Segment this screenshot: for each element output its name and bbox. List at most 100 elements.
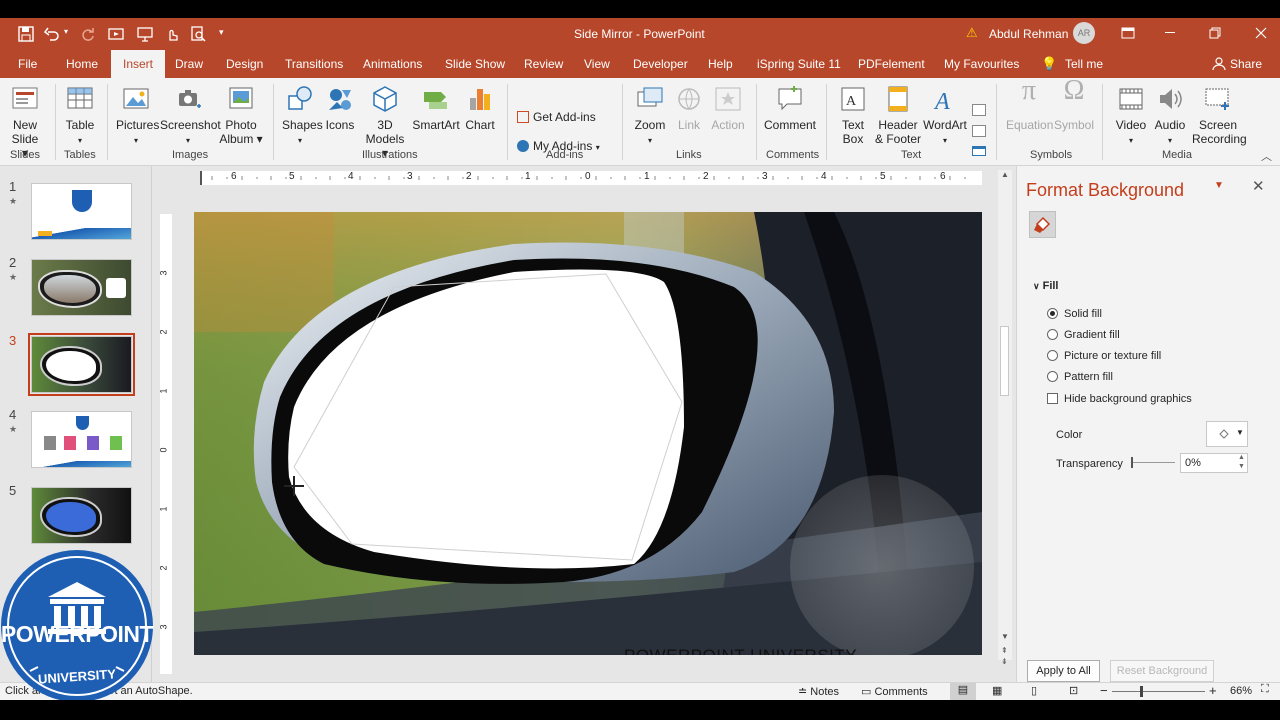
- slide-thumbnail-2[interactable]: [31, 259, 132, 316]
- start-from-beginning-icon[interactable]: [108, 26, 124, 42]
- gradient-fill-radio[interactable]: [1047, 329, 1058, 340]
- user-name[interactable]: Abdul Rehman: [989, 27, 1068, 41]
- notes-button[interactable]: ≐ Notes: [798, 685, 839, 698]
- reading-view-icon[interactable]: ▯: [1031, 684, 1037, 697]
- icons-button[interactable]: Icons: [325, 84, 355, 132]
- fill-tab-button[interactable]: [1029, 211, 1056, 238]
- horizontal-ruler[interactable]: 6 5 4 3 2 1 0 1 2 3 4 5 6: [200, 171, 982, 185]
- ribbon-display-options-icon[interactable]: [1121, 26, 1135, 40]
- pattern-fill-radio[interactable]: [1047, 371, 1058, 382]
- close-window-icon[interactable]: [1255, 27, 1267, 39]
- slide-thumbnail-5[interactable]: [31, 487, 132, 544]
- zoom-slider-thumb[interactable]: [1140, 686, 1143, 697]
- tab-home[interactable]: Home: [66, 50, 98, 78]
- shapes-button[interactable]: Shapes ▾: [282, 84, 323, 148]
- print-preview-icon[interactable]: [190, 26, 206, 42]
- scroll-up-icon[interactable]: ▲: [1001, 170, 1009, 179]
- slide-show-icon[interactable]: ⊡: [1069, 684, 1078, 697]
- zoom-slider[interactable]: [1112, 686, 1205, 697]
- tab-view[interactable]: View: [584, 50, 610, 78]
- avatar[interactable]: AR: [1073, 22, 1095, 44]
- tab-slide-show[interactable]: Slide Show: [445, 50, 505, 78]
- tell-me-search[interactable]: Tell me: [1065, 50, 1103, 78]
- wordart-button[interactable]: A WordArt ▾: [922, 84, 968, 148]
- symbol-button[interactable]: Ω Symbol: [1054, 77, 1094, 133]
- customize-toolbar-icon[interactable]: ▾: [219, 27, 224, 38]
- zoom-out-icon[interactable]: −: [1100, 683, 1108, 698]
- header-footer-button[interactable]: Header & Footer: [874, 84, 922, 146]
- previous-slide-icon[interactable]: ⇞: [1001, 646, 1008, 655]
- hide-graphics-checkbox[interactable]: [1047, 393, 1058, 404]
- apply-to-all-button[interactable]: Apply to All: [1027, 660, 1100, 682]
- text-box-button[interactable]: A Text Box: [836, 84, 870, 146]
- touch-mode-icon[interactable]: [164, 26, 180, 42]
- link-button[interactable]: Link: [674, 84, 704, 132]
- save-icon[interactable]: [18, 26, 34, 42]
- spin-down-icon[interactable]: ▼: [1238, 463, 1245, 470]
- slide-number-icon[interactable]: [972, 125, 986, 137]
- tab-animations[interactable]: Animations: [363, 50, 422, 78]
- tab-my-favourites[interactable]: My Favourites: [944, 50, 1019, 78]
- tab-draw[interactable]: Draw: [175, 50, 203, 78]
- normal-view-icon[interactable]: ▤: [950, 683, 976, 700]
- spin-up-icon[interactable]: ▲: [1238, 454, 1245, 461]
- comments-button[interactable]: ▭ Comments: [861, 685, 928, 698]
- date-time-icon[interactable]: [972, 104, 986, 116]
- fill-section-header[interactable]: ∨ Fill: [1033, 280, 1058, 292]
- action-button[interactable]: Action: [710, 84, 746, 132]
- reset-background-button[interactable]: Reset Background: [1110, 660, 1214, 682]
- scroll-down-icon[interactable]: ▼: [1001, 632, 1009, 641]
- slide-thumbnail-1[interactable]: [31, 183, 132, 240]
- minimize-icon[interactable]: [1165, 32, 1175, 33]
- tab-file[interactable]: File: [18, 50, 37, 78]
- redo-icon[interactable]: [80, 26, 96, 42]
- object-icon[interactable]: [972, 146, 986, 156]
- collapse-ribbon-icon[interactable]: ︿: [1261, 148, 1272, 164]
- share-button[interactable]: Share: [1230, 50, 1262, 78]
- transparency-input[interactable]: 0% ▲ ▼: [1180, 453, 1248, 473]
- slide-sorter-icon[interactable]: ▦: [992, 684, 1002, 697]
- slide-thumbnail-3[interactable]: [28, 333, 135, 396]
- slide-canvas[interactable]: POWERPOINT UNIVERSITY: [194, 212, 982, 655]
- audio-button[interactable]: Audio ▾: [1153, 84, 1187, 148]
- smartart-button[interactable]: SmartArt: [412, 84, 460, 132]
- tab-developer[interactable]: Developer: [633, 50, 688, 78]
- undo-dropdown-icon[interactable]: ▾: [64, 27, 68, 36]
- fit-to-window-icon[interactable]: ⛶: [1261, 683, 1269, 696]
- restore-icon[interactable]: [1209, 27, 1221, 39]
- color-picker-button[interactable]: ▼: [1206, 421, 1248, 447]
- tab-help[interactable]: Help: [708, 50, 733, 78]
- slider-thumb[interactable]: [1131, 457, 1133, 468]
- pictures-button[interactable]: Pictures ▾: [116, 84, 159, 148]
- undo-icon[interactable]: [44, 26, 60, 42]
- screen-recording-button[interactable]: Screen Recording: [1192, 84, 1247, 146]
- next-slide-icon[interactable]: ⇟: [1001, 657, 1008, 666]
- table-button[interactable]: Table ▾: [63, 84, 97, 148]
- tab-design[interactable]: Design: [226, 50, 263, 78]
- warning-icon[interactable]: ⚠: [966, 25, 978, 41]
- vertical-scrollbar[interactable]: ▲ ▼ ⇞ ⇟: [998, 170, 1012, 666]
- slide-thumbnail-4[interactable]: [31, 411, 132, 468]
- tab-pdfelement[interactable]: PDFelement: [858, 50, 925, 78]
- tab-transitions[interactable]: Transitions: [285, 50, 343, 78]
- photo-album-button[interactable]: Photo Album ▾: [218, 84, 264, 146]
- zoom-in-icon[interactable]: +: [1209, 683, 1217, 698]
- pane-options-icon[interactable]: ▼: [1214, 180, 1224, 191]
- close-pane-icon[interactable]: ✕: [1252, 177, 1265, 195]
- presentation-icon[interactable]: [137, 26, 153, 42]
- lightbulb-icon[interactable]: 💡: [1041, 56, 1057, 72]
- share-icon[interactable]: [1212, 57, 1226, 71]
- tab-insert[interactable]: Insert: [111, 50, 166, 78]
- comment-button[interactable]: Comment: [764, 84, 816, 132]
- get-addins-button[interactable]: Get Add-ins: [517, 110, 596, 124]
- equation-button[interactable]: π Equation: [1006, 77, 1053, 133]
- picture-fill-radio[interactable]: [1047, 350, 1058, 361]
- zoom-percent[interactable]: 66%: [1230, 685, 1252, 697]
- zoom-button[interactable]: Zoom ▾: [632, 84, 668, 148]
- vertical-ruler[interactable]: 3 2 1 0 1 2 3: [159, 214, 172, 674]
- scroll-thumb[interactable]: [1000, 326, 1009, 396]
- video-button[interactable]: Video ▾: [1114, 84, 1148, 148]
- solid-fill-radio[interactable]: [1047, 308, 1058, 319]
- tab-review[interactable]: Review: [524, 50, 563, 78]
- screenshot-button[interactable]: Screenshot ▾: [160, 84, 221, 148]
